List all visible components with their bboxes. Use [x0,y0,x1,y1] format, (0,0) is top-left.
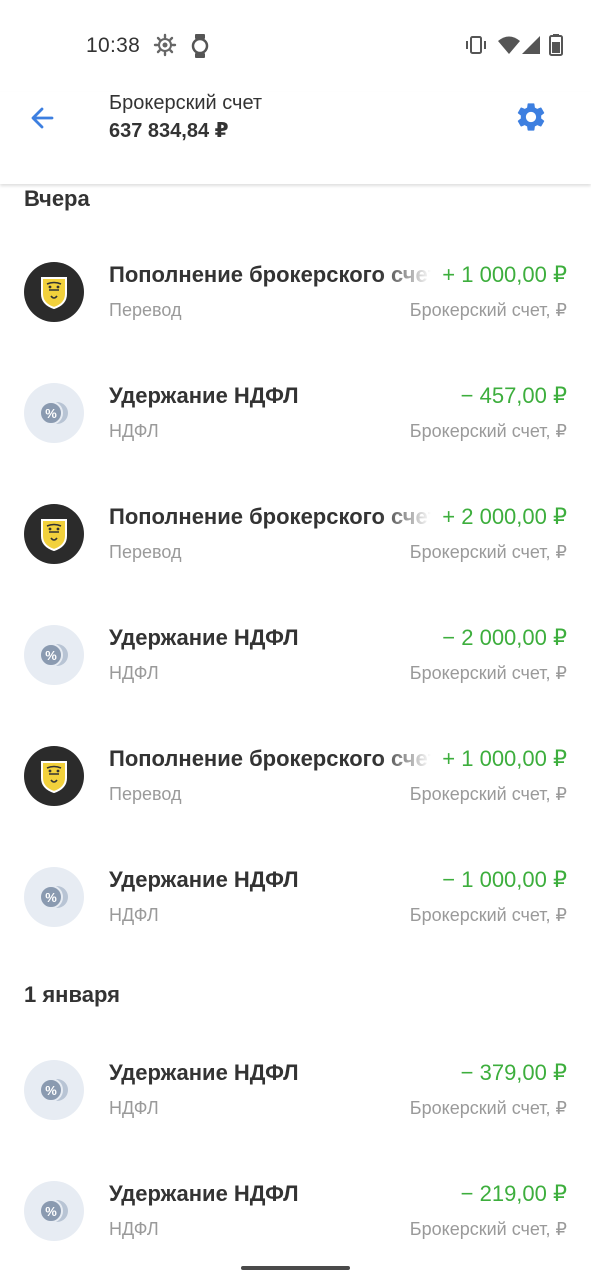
signal-icon [520,33,542,62]
bank-logo-icon [24,504,84,564]
operation-account: Брокерский счет, ₽ [409,542,567,562]
operation-amount: − 1 000,00 ₽ [442,867,567,892]
operation-amount: + 1 000,00 ₽ [442,746,567,771]
watch-icon [190,33,210,64]
tax-icon: % [24,383,84,443]
svg-text:%: % [45,406,57,421]
operation-account: Брокерский счет, ₽ [409,663,567,683]
tax-icon: % [24,1060,84,1120]
section-header-yesterday: Вчера [24,186,90,211]
operation-amount: + 2 000,00 ₽ [442,504,567,529]
gear-icon [514,100,548,139]
operation-title: Удержание НДФЛ [109,1060,299,1085]
operation-account: Брокерский счет, ₽ [409,905,567,925]
operation-title: Пополнение брокерского счета [109,746,431,771]
operation-title: Удержание НДФЛ [109,625,299,650]
operation-amount: − 379,00 ₽ [460,1060,567,1085]
battery-icon [549,33,563,62]
status-time: 10:38 [86,34,141,57]
operation-account: Брокерский счет, ₽ [409,1098,567,1118]
operation-category: НДФЛ [109,1219,159,1239]
operation-title: Пополнение брокерского счета [109,504,431,529]
tax-icon: % [24,867,84,927]
page-title: Брокерский счет [109,92,263,114]
operation-amount: − 219,00 ₽ [460,1181,567,1206]
operation-row[interactable]: % Удержание НДФЛ − 457,00 ₽ НДФЛ Брокерс… [0,383,591,504]
operation-row[interactable]: Пополнение брокерского счета + 2 000,00 … [0,504,591,625]
settings-button[interactable] [510,98,552,140]
bank-logo-icon [24,746,84,806]
arrow-left-icon [28,104,56,137]
bank-logo-icon [24,262,84,322]
back-button[interactable] [22,100,62,140]
operations-list[interactable]: Вчера Пополнение брокерского счета + 1 0… [0,184,591,1280]
operation-account: Брокерский счет, ₽ [409,300,567,320]
operation-amount: − 2 000,00 ₽ [442,625,567,650]
operation-category: НДФЛ [109,905,159,925]
operation-category: Перевод [109,784,182,804]
operation-row[interactable]: Пополнение брокерского счета + 1 000,00 … [0,746,591,867]
operation-row[interactable]: Пополнение брокерского счета + 1 000,00 … [0,262,591,383]
gear-notification-icon [152,33,178,62]
operation-row[interactable]: % Удержание НДФЛ − 1 000,00 ₽ НДФЛ Броке… [0,867,591,988]
svg-text:%: % [45,648,57,663]
operation-title: Удержание НДФЛ [109,867,299,892]
svg-text:%: % [45,1204,57,1219]
operation-title: Удержание НДФЛ [109,1181,299,1206]
operation-account: Брокерский счет, ₽ [409,421,567,441]
svg-text:%: % [45,1083,57,1098]
operation-category: НДФЛ [109,663,159,683]
operation-amount: − 457,00 ₽ [460,383,567,408]
wifi-icon [497,33,521,62]
operation-amount: + 1 000,00 ₽ [442,262,567,287]
status-bar: 10:38 [0,0,591,92]
operation-row[interactable]: % Удержание НДФЛ − 2 000,00 ₽ НДФЛ Броке… [0,625,591,746]
vibrate-icon [464,33,488,62]
operation-category: НДФЛ [109,421,159,441]
operation-title: Пополнение брокерского счета [109,262,431,287]
home-indicator[interactable] [241,1266,350,1270]
tax-icon: % [24,1181,84,1241]
operation-account: Брокерский счет, ₽ [409,784,567,804]
operation-title: Удержание НДФЛ [109,383,299,408]
operation-row[interactable]: % Удержание НДФЛ − 379,00 ₽ НДФЛ Брокерс… [0,1060,591,1181]
operation-category: НДФЛ [109,1098,159,1118]
operation-category: Перевод [109,542,182,562]
app-header: Брокерский счет 637 834,84 ₽ [0,92,591,184]
operation-account: Брокерский счет, ₽ [409,1219,567,1239]
operation-category: Перевод [109,300,182,320]
svg-text:%: % [45,890,57,905]
section-header-january-1: 1 января [24,982,120,1007]
tax-icon: % [24,625,84,685]
account-balance: 637 834,84 ₽ [109,120,229,142]
